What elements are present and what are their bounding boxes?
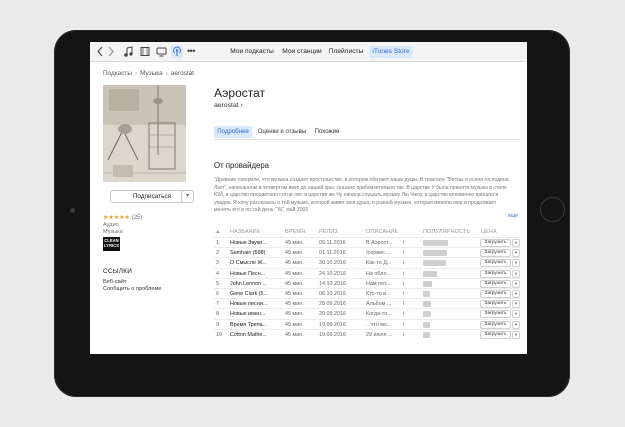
episode-time: 45 мин.	[285, 331, 304, 338]
column-header-description[interactable]: ОПИСАНИЕ	[366, 229, 398, 235]
table-row[interactable]: 1 Новые Звуки... 45 мин. 09.11.2016 В Аэрост…	[214, 237, 520, 247]
back-icon[interactable]	[96, 45, 104, 58]
link-website[interactable]: Веб-сайт	[103, 279, 126, 285]
author-link[interactable]: aerostat ›	[214, 102, 243, 109]
popularity-bar	[423, 321, 431, 328]
popularity-bar	[423, 311, 431, 318]
divider	[214, 139, 520, 140]
rating: ★★★★★ (25)	[103, 214, 142, 221]
popularity-bar	[423, 270, 438, 277]
itunes-window: ••• Мои подкасты Мои станции Плейлисты i…	[90, 42, 527, 354]
popularity-bar	[423, 260, 446, 267]
chevron-down-icon[interactable]: ▾	[512, 239, 520, 247]
breadcrumb-item-music[interactable]: Музыка	[140, 70, 163, 77]
download-button[interactable]: Загрузить	[480, 310, 511, 319]
camera-icon	[70, 208, 75, 213]
table-row[interactable]: 7 Новые песни... 45 мин. 28.09.2016 Альбом .…	[214, 298, 520, 309]
column-header-time[interactable]: ВРЕМЯ	[285, 229, 305, 235]
provider-description: "Древние говорили, что музыка создает пр…	[214, 177, 509, 214]
table-row[interactable]: 9 Время Трепа... 45 мин. 19.09.2016 ...что м…	[214, 318, 520, 329]
tab-my-podcasts[interactable]: Мои подкасты	[229, 46, 275, 58]
movies-icon[interactable]	[140, 45, 150, 58]
table-row[interactable]: 2 Samhain (598) 45 мин. 01.11.2016/сервис .…	[214, 247, 520, 258]
column-header-name[interactable]: НАЗВАНИЕ	[230, 229, 261, 235]
page-title: Аэростат	[214, 86, 266, 100]
meta-genre: Музыка	[103, 229, 123, 235]
tab-itunes-store[interactable]: iTunes Store	[369, 46, 413, 58]
rating-stars: ★★★★★	[103, 215, 130, 221]
download-button[interactable]: Загрузить	[480, 320, 511, 329]
episode-release: 19.09.2016	[319, 331, 346, 338]
provider-title: От провайдера	[214, 161, 270, 170]
episode-number: 10	[216, 331, 222, 338]
table-row[interactable]: 10 Cotton Mathe... 45 мин. 19.09.2016 29 июл…	[214, 328, 520, 340]
chevron-down-icon[interactable]: ▾	[512, 290, 520, 298]
breadcrumb: Подкасты › Музыка › aerostat	[103, 70, 194, 77]
chevron-right-icon: ›	[165, 70, 168, 77]
tv-icon[interactable]	[156, 45, 167, 58]
home-button[interactable]	[540, 197, 565, 222]
toolbar: ••• Мои подкасты Мои станции Плейлисты i…	[90, 42, 527, 62]
column-header-popularity[interactable]: ПОПУЛЯРНОСТЬ	[423, 229, 470, 235]
chevron-down-icon[interactable]: ▾	[512, 330, 520, 339]
table-row[interactable]: 8 Новые имен... 45 мин. 20.09.2016 Когда-то.…	[214, 308, 520, 319]
chevron-right-icon: ›	[134, 70, 138, 77]
lyrics-label: LYRICS	[104, 242, 119, 248]
meta-type: Аудио	[103, 222, 119, 228]
podcast-cover-image[interactable]	[103, 85, 186, 182]
more-icon[interactable]: •••	[186, 45, 196, 58]
chevron-down-icon[interactable]: ▾	[512, 300, 520, 309]
breadcrumb-item-podcasts[interactable]: Подкасты	[103, 70, 132, 77]
chevron-down-icon[interactable]: ▾	[181, 190, 194, 203]
table-row[interactable]: 6 Gene Clark (5... 45 мин. 06.10.2016 Кто-то…	[214, 288, 520, 298]
download-button[interactable]: Загрузить	[480, 239, 511, 247]
episode-description: 29 июля ...	[366, 331, 393, 338]
popularity-bar	[423, 301, 432, 308]
sort-indicator-icon[interactable]: ▲	[215, 229, 221, 235]
link-report-problem[interactable]: Сообщить о проблеме	[103, 286, 161, 292]
tab-my-stations[interactable]: Мои станции	[281, 46, 323, 58]
download-button[interactable]: Загрузить	[480, 330, 511, 339]
popularity-bar	[423, 250, 447, 257]
chevron-down-icon[interactable]: ▾	[512, 259, 520, 268]
rating-count: (25)	[131, 215, 143, 221]
chevron-down-icon[interactable]: ▾	[512, 310, 520, 319]
popularity-bar	[423, 280, 433, 287]
column-header-release[interactable]: РЕЛИЗ	[319, 229, 338, 235]
popularity-bar	[423, 291, 430, 297]
breadcrumb-item-current: aerostat	[170, 70, 194, 77]
podcasts-icon[interactable]	[171, 45, 183, 58]
clean-lyrics-badge: CLEAN LYRICS	[103, 237, 120, 251]
column-header-price[interactable]: ЦЕНА	[481, 229, 497, 235]
download-button[interactable]: Загрузить	[480, 290, 511, 298]
links-title: ССЫЛКИ	[103, 268, 133, 275]
download-button[interactable]: Загрузить	[480, 259, 511, 268]
info-icon[interactable]: i	[403, 330, 408, 340]
tab-ratings-reviews[interactable]: Оценки и отзывы	[255, 126, 309, 138]
music-icon[interactable]	[123, 45, 133, 58]
forward-icon[interactable]	[107, 45, 115, 58]
popularity-bar	[423, 240, 448, 246]
chevron-down-icon[interactable]: ▾	[512, 320, 520, 329]
tab-playlists[interactable]: Плейлисты	[328, 46, 364, 58]
tab-details[interactable]: Подробнее	[214, 126, 252, 138]
tab-similar[interactable]: Похожие	[312, 126, 342, 138]
table-row[interactable]: 5 John Lennon ... 45 мин. 14.10.2016 Нам пот…	[214, 277, 520, 288]
popularity-bar	[423, 331, 430, 338]
table-row[interactable]: 3О Смысле Ж... 45 мин. 30.10.2016 Как-то Д.…	[214, 257, 520, 268]
chevron-down-icon[interactable]: ▾	[512, 269, 520, 278]
download-button[interactable]: Загрузить	[480, 300, 511, 309]
chevron-down-icon[interactable]: ▾	[512, 249, 520, 258]
download-button[interactable]: Загрузить	[480, 249, 511, 258]
chevron-right-icon: ›	[240, 102, 243, 109]
download-button[interactable]: Загрузить	[480, 269, 511, 278]
chevron-down-icon[interactable]: ▾	[512, 279, 520, 288]
more-link[interactable]: еще	[508, 213, 518, 219]
episode-name[interactable]: Cotton Mathe...	[230, 330, 282, 340]
author-name[interactable]: aerostat	[214, 102, 239, 109]
download-button[interactable]: Загрузить	[480, 279, 511, 288]
table-row[interactable]: 4 Новые Песн... 45 мин. 24.10.2016 На обло..…	[214, 267, 520, 278]
